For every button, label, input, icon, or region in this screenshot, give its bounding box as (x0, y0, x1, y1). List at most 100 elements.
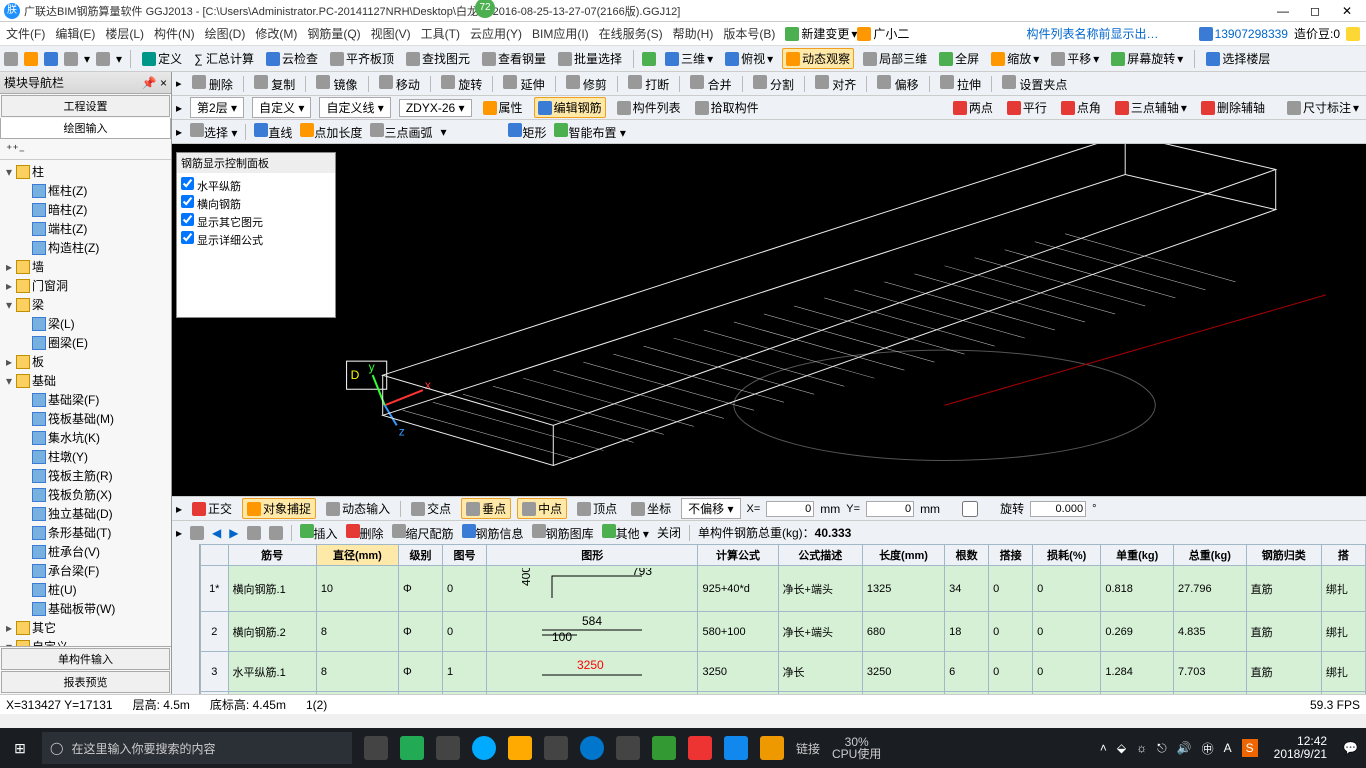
offset-dropdown[interactable]: 不偏移 ▾ (681, 498, 740, 519)
menu-tool[interactable]: 工具(T) (421, 25, 460, 42)
edit-拉伸[interactable]: 拉伸 (940, 75, 981, 93)
grid-header[interactable]: 计算公式 (698, 545, 778, 566)
app2-icon[interactable] (436, 736, 460, 760)
rotate-input[interactable] (1030, 501, 1086, 517)
edit-打断[interactable]: 打断 (628, 75, 669, 93)
tree-node[interactable]: 圈梁(E) (2, 333, 169, 352)
tray-net-icon[interactable]: ⎋ (1157, 741, 1167, 756)
tree-node[interactable]: 梁(L) (2, 314, 169, 333)
3d-button[interactable]: 三维 ▾ (662, 49, 716, 68)
tray-vol-icon[interactable]: 🔊 (1177, 741, 1192, 755)
tree-node[interactable]: 集水坑(K) (2, 428, 169, 447)
edit-修剪[interactable]: 修剪 (566, 75, 607, 93)
rotate-checkbox[interactable] (946, 501, 994, 517)
grid-header[interactable]: 搭接 (989, 545, 1033, 566)
app5-icon[interactable] (652, 736, 676, 760)
rect-button[interactable]: 矩形 (508, 123, 546, 141)
undo-icon[interactable] (64, 52, 78, 66)
app8-icon[interactable] (760, 736, 784, 760)
app7-icon[interactable] (724, 736, 748, 760)
menu-help[interactable]: 帮助(H) (673, 25, 714, 42)
threeaux-button[interactable]: 三点辅轴 ▾ (1112, 98, 1190, 117)
grid-row[interactable]: 3水平纵筋.18Φ1 32503250净长32506 001.2847.703直… (201, 652, 1366, 692)
topview-button[interactable]: 俯视 ▾ (722, 49, 776, 68)
clock[interactable]: 12:422018/9/21 (1268, 735, 1333, 761)
insert-button[interactable]: 插入 (300, 524, 338, 542)
rebar-opt[interactable]: 水平纵筋 (181, 177, 331, 195)
rebar-opt[interactable]: 显示详细公式 (181, 231, 331, 249)
screenrot-button[interactable]: 屏幕旋转 ▾ (1108, 49, 1186, 68)
view-icon[interactable] (642, 52, 656, 66)
tree-node[interactable]: 基础梁(F) (2, 390, 169, 409)
tree-node[interactable]: ▸门窗洞 (2, 276, 169, 295)
tray-ime-icon[interactable]: ㊥ (1202, 740, 1214, 757)
menu-floor[interactable]: 楼层(L) (105, 25, 144, 42)
menu-view[interactable]: 视图(V) (371, 25, 411, 42)
tree-node[interactable]: 基础板带(W) (2, 599, 169, 618)
user-button[interactable]: 广小二 (857, 25, 909, 42)
type-dropdown[interactable]: 自定义线 ▾ (319, 97, 390, 118)
tree-node[interactable]: 桩(U) (2, 580, 169, 599)
bell-icon[interactable] (1346, 27, 1360, 41)
menu-rebar[interactable]: 钢筋量(Q) (307, 25, 360, 42)
tree-node[interactable]: 桩承台(V) (2, 542, 169, 561)
edit-steel-button[interactable]: 编辑钢筋 (534, 97, 606, 118)
grid-row[interactable]: 4 (201, 692, 1366, 695)
arclen-button[interactable]: 点加长度 (300, 123, 362, 141)
grid-header[interactable]: 级别 (398, 545, 442, 566)
last-icon[interactable] (247, 526, 261, 540)
3d-viewport[interactable]: D x y z 钢筋显示控制面板 水平纵筋 横向钢筋 显示其它图元 显示详细 (172, 144, 1366, 496)
tree-node[interactable]: 框柱(Z) (2, 181, 169, 200)
first-icon[interactable] (190, 526, 204, 540)
menu-draw[interactable]: 绘图(D) (205, 25, 246, 42)
tree-node[interactable]: 筏板基础(M) (2, 409, 169, 428)
ie-icon[interactable] (580, 736, 604, 760)
edit-对齐[interactable]: 对齐 (815, 75, 856, 93)
other-button[interactable]: 其他 ▾ (602, 524, 649, 542)
showsteel-button[interactable]: 查看钢量 (479, 49, 549, 68)
tree-node[interactable]: ▾柱 (2, 162, 169, 181)
edit-延伸[interactable]: 延伸 (503, 75, 544, 93)
phone-label[interactable]: 13907298339 (1199, 27, 1288, 41)
system-tray[interactable]: ˄ ⬙ ☼ ⎋ 🔊 ㊥ A S 12:422018/9/21 💬 (1092, 735, 1366, 761)
grid-header[interactable]: 钢筋归类 (1246, 545, 1321, 566)
property-button[interactable]: 属性 (480, 98, 526, 117)
tray-ic1[interactable]: ⬙ (1117, 741, 1126, 755)
maximize-button[interactable]: ◻ (1308, 4, 1322, 18)
edit-偏移[interactable]: 偏移 (877, 75, 918, 93)
info-button[interactable]: 钢筋信息 (462, 524, 524, 542)
app1-icon[interactable] (400, 736, 424, 760)
fullscreen-button[interactable]: 全屏 (936, 49, 982, 68)
findimg-button[interactable]: 查找图元 (403, 49, 473, 68)
tree-node[interactable]: ▾梁 (2, 295, 169, 314)
cross-button[interactable]: 交点 (407, 499, 455, 518)
pin-icon[interactable]: 📌 × (142, 76, 167, 90)
tree-node[interactable]: ▸其它 (2, 618, 169, 637)
local3d-button[interactable]: 局部三维 (860, 49, 930, 68)
mid-button[interactable]: 中点 (517, 498, 567, 519)
redo-icon[interactable] (96, 52, 110, 66)
apex-button[interactable]: 顶点 (573, 499, 621, 518)
component-tree[interactable]: ▾柱框柱(Z)暗柱(Z)端柱(Z)构造柱(Z)▸墙▸门窗洞▾梁梁(L)圈梁(E)… (0, 160, 171, 646)
app3-icon[interactable] (508, 736, 532, 760)
menu-bim[interactable]: BIM应用(I) (532, 25, 589, 42)
eng-setting-tab[interactable]: 工程设置 (1, 95, 170, 117)
tree-iconbar[interactable]: ⁺⁺₋ (0, 139, 171, 160)
tray-ic2[interactable]: ☼ (1136, 741, 1147, 755)
minimize-button[interactable]: — (1276, 4, 1290, 18)
menu-file[interactable]: 文件(F) (6, 25, 45, 42)
dim-button[interactable]: 尺寸标注 ▾ (1284, 98, 1362, 117)
menu-cloud[interactable]: 云应用(Y) (470, 25, 522, 42)
tree-node[interactable]: 柱墩(Y) (2, 447, 169, 466)
menu-version[interactable]: 版本号(B) (723, 25, 775, 42)
pan-button[interactable]: 平移 ▾ (1048, 49, 1102, 68)
edit-复制[interactable]: 复制 (254, 75, 295, 93)
arc3-button[interactable]: 三点画弧 (370, 123, 432, 141)
parallel-button[interactable]: 平行 (1004, 98, 1050, 117)
grid-header[interactable]: 公式描述 (778, 545, 862, 566)
selfloor-button[interactable]: 选择楼层 (1203, 49, 1273, 68)
lib-button[interactable]: 钢筋图库 (532, 524, 594, 542)
tray-up-icon[interactable]: ˄ (1100, 741, 1107, 755)
x-input[interactable] (766, 501, 814, 517)
line-button[interactable]: 直线 (254, 123, 292, 141)
